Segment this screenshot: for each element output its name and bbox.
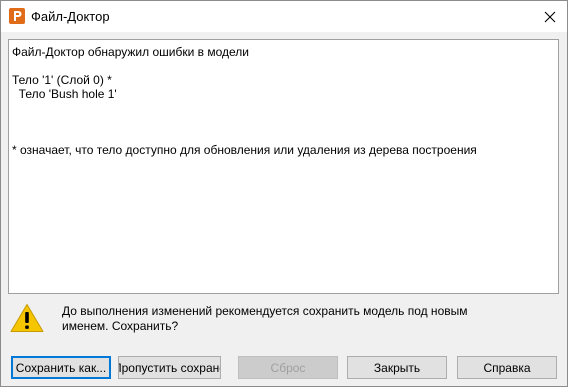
close-icon — [544, 11, 556, 22]
help-button[interactable]: Справка — [457, 356, 557, 379]
report-line — [12, 129, 477, 143]
report-text-area[interactable]: Файл-Доктор обнаружил ошибки в модели Те… — [8, 39, 559, 294]
report-text: Файл-Доктор обнаружил ошибки в модели Те… — [12, 45, 477, 157]
title-bar[interactable]: Файл-Доктор — [1, 1, 567, 32]
report-line — [12, 115, 477, 129]
help-label: Справка — [483, 360, 531, 375]
report-line: Тело 'Bush hole 1' — [12, 87, 117, 101]
report-line: Тело '1' (Слой 0) * — [12, 73, 112, 87]
reset-button[interactable]: Сброс — [238, 356, 338, 379]
warning-line-2: именем. Сохранить? — [62, 319, 179, 333]
skip-save-button[interactable]: Пропустить сохранение — [118, 356, 221, 379]
close-window-button[interactable] — [533, 1, 567, 32]
close-button[interactable]: Закрыть — [347, 356, 447, 379]
close-label: Закрыть — [373, 360, 421, 375]
app-logo-icon — [9, 8, 25, 24]
report-line — [12, 101, 477, 115]
file-doctor-dialog: Файл-Доктор Файл-Доктор обнаружил ошибки… — [0, 0, 568, 387]
reset-label: Сброс — [270, 360, 306, 375]
save-as-label: Сохранить как... — [15, 360, 107, 375]
skip-save-label: Пропустить сохранение — [118, 360, 220, 375]
window-title: Файл-Доктор — [31, 9, 110, 24]
warning-message: До выполнения изменений рекомендуется со… — [62, 304, 532, 334]
warning-icon — [10, 304, 44, 332]
report-line: * означает, что тело доступно для обновл… — [12, 143, 477, 157]
save-as-button[interactable]: Сохранить как... — [11, 356, 111, 379]
warning-line-1: До выполнения изменений рекомендуется со… — [62, 304, 468, 318]
report-line — [12, 59, 477, 73]
report-line: Файл-Доктор обнаружил ошибки в модели — [12, 45, 249, 59]
